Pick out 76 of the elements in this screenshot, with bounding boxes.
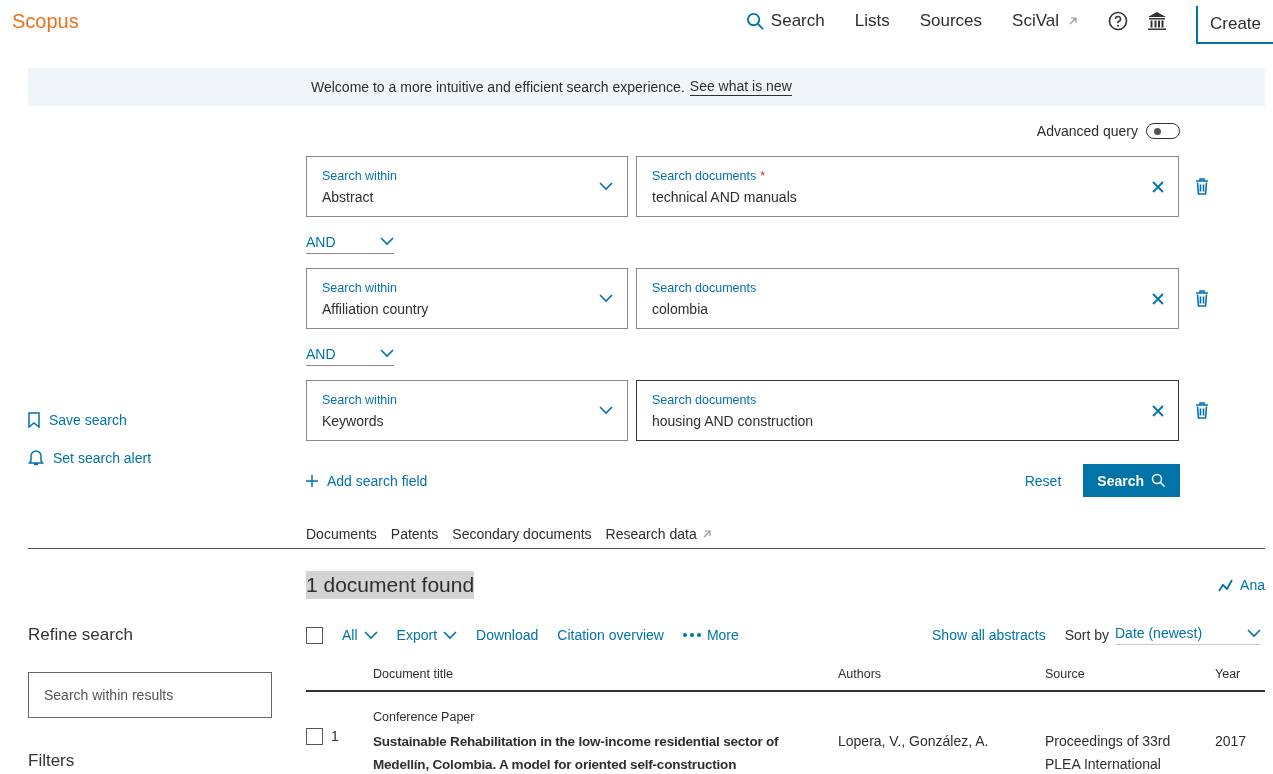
nav-link[interactable]: Sources	[919, 11, 983, 31]
row-checkbox[interactable]	[306, 728, 323, 745]
help-icon[interactable]	[1108, 11, 1128, 31]
year-cell-text: 2017	[1215, 732, 1248, 751]
toolbar-link[interactable]: Download	[476, 627, 539, 643]
banner-link[interactable]: See what is new	[689, 78, 792, 96]
search-within-dropdown[interactable]: Search within Affiliation country	[306, 268, 628, 329]
chevron-down-icon	[1247, 628, 1261, 638]
more-icon	[682, 633, 701, 637]
column-header: Authors	[838, 667, 883, 681]
search-within-dropdown[interactable]: Search within Keywords	[306, 380, 628, 441]
authors-cell-text: Lopera, V., González, A.	[838, 732, 990, 751]
trash-icon[interactable]	[1195, 402, 1209, 419]
nav-link[interactable]: Lists	[854, 11, 890, 31]
column-header: Year	[1215, 667, 1242, 681]
chevron-down-icon	[599, 294, 613, 303]
results-count: 1 document found	[306, 571, 475, 599]
external-link-icon	[701, 529, 712, 539]
search-within-dropdown[interactable]: Search within Abstract	[306, 156, 628, 217]
chevron-down-icon	[380, 349, 394, 358]
toolbar-link[interactable]: More	[682, 627, 739, 643]
external-link-icon	[1068, 16, 1078, 26]
source-cell-text: Proceedings of 33rd PLEA International	[1045, 732, 1172, 774]
chevron-down-icon	[599, 182, 613, 191]
operator-dropdown[interactable]: AND	[306, 345, 394, 366]
row-number: 1	[331, 728, 339, 744]
reset-link[interactable]: Reset	[1024, 472, 1062, 489]
filters-heading: Filters	[28, 751, 76, 771]
column-header: Document title	[373, 667, 454, 681]
create-button[interactable]: Create	[1196, 6, 1273, 44]
document-type: Conference Paper	[373, 710, 476, 724]
nav-link[interactable]: SciVal	[1012, 11, 1078, 31]
toolbar-link[interactable]: Export	[396, 627, 458, 643]
banner-text: Welcome to a more intuitive and efficient search experience.	[311, 79, 685, 95]
chevron-down-icon	[599, 406, 613, 415]
chevron-down-icon	[380, 237, 394, 246]
advanced-query-label: Advanced query	[1036, 123, 1138, 139]
column-header: Source	[1045, 667, 1086, 681]
plus-icon	[306, 474, 318, 487]
search-within-results-field[interactable]: Search within results	[28, 672, 272, 718]
document-type-tab[interactable]: Research data	[605, 526, 712, 542]
add-search-field-link[interactable]: Add search field	[306, 472, 428, 489]
search-documents-field[interactable]: Search documents colombia	[636, 268, 1179, 329]
sort-label: Sort by	[1064, 627, 1109, 643]
search-button[interactable]: Search	[1083, 464, 1180, 497]
sort-dropdown[interactable]: Date (newest)	[1115, 625, 1261, 645]
show-all-abstracts-link[interactable]: Show all abstracts	[932, 627, 1046, 643]
toolbar-link[interactable]: All	[342, 627, 378, 643]
select-all-checkbox[interactable]	[306, 626, 323, 644]
clear-icon[interactable]	[1152, 404, 1164, 417]
toolbar-link[interactable]: Citation overview	[557, 627, 664, 643]
refine-search-heading: Refine search	[28, 625, 134, 645]
search-documents-field[interactable]: Search documents housing AND construction	[636, 380, 1179, 441]
document-type-tab[interactable]: Secondary documents	[452, 526, 592, 542]
bell-icon	[28, 449, 44, 466]
trash-icon[interactable]	[1195, 290, 1209, 307]
trash-icon[interactable]	[1195, 178, 1209, 195]
required-mark: *	[760, 168, 766, 183]
nav-link[interactable]: Search	[745, 11, 825, 31]
bookmark-icon	[28, 411, 40, 428]
side-action-link[interactable]: Set search alert	[28, 441, 306, 474]
side-action-link[interactable]: Save search	[28, 403, 306, 436]
analyze-link[interactable]: Ana	[1218, 577, 1265, 593]
search-documents-field[interactable]: Search documents * technical AND manuals	[636, 156, 1179, 217]
search-icon	[1151, 473, 1166, 488]
document-type-tab[interactable]: Documents	[306, 526, 377, 542]
chevron-down-icon	[363, 630, 378, 640]
institution-icon[interactable]	[1146, 10, 1168, 32]
search-icon	[745, 11, 765, 31]
document-type-tab[interactable]: Patents	[390, 526, 439, 542]
line-chart-icon	[1218, 578, 1235, 592]
operator-dropdown[interactable]: AND	[306, 233, 394, 254]
clear-icon[interactable]	[1152, 292, 1164, 305]
clear-icon[interactable]	[1152, 180, 1164, 193]
document-title-link[interactable]: Sustainable Rehabilitation in the low-income residential sector of Medellín, Colombia. A model for oriented self-construction	[373, 730, 838, 774]
chevron-down-icon	[443, 630, 458, 640]
